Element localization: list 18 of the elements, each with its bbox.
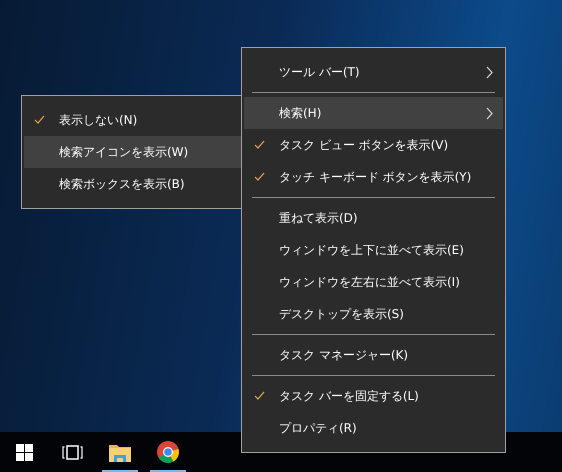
menu-item[interactable]: タスク バーを固定する(L) — [244, 380, 503, 412]
task-view-icon — [62, 444, 82, 460]
menu-item[interactable]: 検索アイコンを表示(W) — [24, 136, 241, 168]
menu-item[interactable]: プロパティ(R) — [244, 412, 503, 444]
menu-item[interactable]: 検索ボックスを表示(B) — [24, 168, 241, 200]
menu-item[interactable]: 検索(H) — [244, 97, 503, 129]
menu-item[interactable]: ウィンドウを上下に並べて表示(E) — [244, 234, 503, 266]
folder-icon — [109, 442, 131, 462]
menu-item[interactable]: タスク マネージャー(K) — [244, 339, 503, 371]
menu-item[interactable]: タスク ビュー ボタンを表示(V) — [244, 129, 503, 161]
menu-item[interactable]: ツール バー(T) — [244, 56, 503, 88]
menu-item[interactable]: ウィンドウを左右に並べて表示(I) — [244, 266, 503, 298]
windows-icon — [16, 444, 32, 460]
menu-item[interactable]: 表示しない(N) — [24, 104, 241, 136]
menu-item[interactable]: 重ねて表示(D) — [244, 202, 503, 234]
menu-item[interactable]: タッチ キーボード ボタンを表示(Y) — [244, 161, 503, 193]
browser-icon — [157, 441, 179, 463]
menu-item[interactable]: デスクトップを表示(S) — [244, 298, 503, 330]
